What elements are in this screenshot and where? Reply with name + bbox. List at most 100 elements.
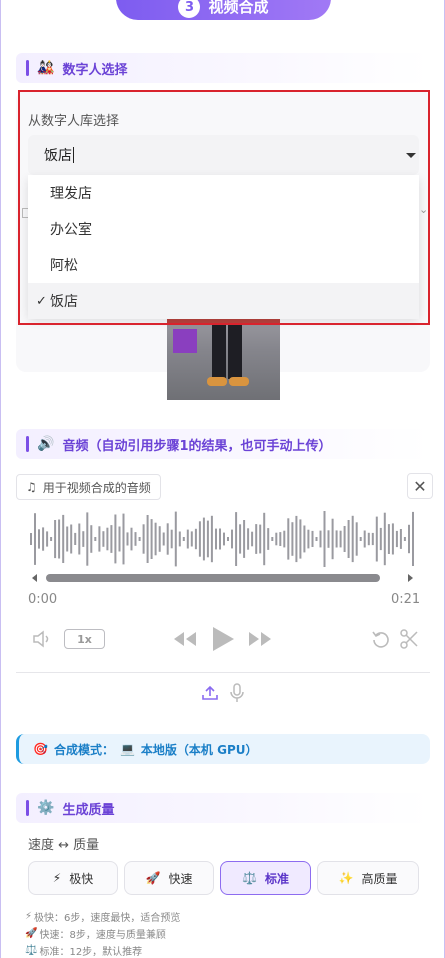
fast-forward-icon[interactable] (248, 630, 272, 648)
waveform-bar (38, 529, 40, 549)
waveform-bar (283, 530, 286, 548)
waveform-bar (34, 513, 36, 565)
quality-note: ⚖️ 标准：12步，默认推荐 (25, 945, 143, 958)
waveform-bar (412, 511, 414, 566)
waveform-bar (351, 515, 354, 563)
waveform-bar (267, 528, 270, 550)
waveform-bar (275, 532, 278, 546)
waveform-bar (239, 524, 242, 554)
waveform-bar (295, 515, 298, 563)
waveform-bar (287, 518, 290, 560)
waveform-bar (327, 530, 330, 548)
waveform-bar (355, 522, 358, 556)
balance-scale-icon: ⚖️ (25, 945, 38, 956)
waveform-bar (255, 524, 258, 554)
quality-option-high[interactable]: ✨ 高质量 (317, 861, 419, 895)
waveform-bar (50, 537, 53, 541)
waveform-bar (58, 519, 61, 559)
waveform-bar (279, 532, 282, 546)
waveform-bar (86, 512, 89, 566)
waveform-bar (42, 527, 45, 551)
waveform-bar (146, 515, 149, 563)
step-number: 3 (178, 0, 201, 18)
waveform-bar (126, 532, 129, 546)
waveform-bar (311, 530, 314, 547)
waveform-bar (70, 524, 73, 554)
waveform-bar (98, 526, 101, 552)
waveform-bar (142, 524, 145, 554)
balance-scale-icon: ⚖️ (242, 871, 257, 885)
waveform-bar (335, 530, 338, 548)
waveform-bar (387, 524, 390, 554)
speed-quality-label: 速度 ↔ 质量 (28, 838, 100, 853)
waveform-bar (299, 519, 302, 559)
waveform-bar (202, 517, 205, 561)
waveform-bar (263, 512, 266, 566)
waveform-bar (174, 511, 177, 567)
lightning-icon: ⚡ (52, 871, 62, 885)
waveform-scrollbar[interactable] (46, 574, 380, 582)
quality-option-standard[interactable]: ⚖️ 标准 (220, 861, 311, 895)
waveform-bar (367, 532, 370, 546)
waveform-bar (102, 531, 105, 547)
play-icon[interactable] (210, 625, 236, 653)
avatar-section-header: 🎎 数字人选择 (16, 53, 430, 83)
waveform-bar (379, 527, 382, 551)
accent-bar (26, 436, 29, 452)
waveform-bar (235, 512, 238, 566)
waveform-bar (54, 520, 57, 559)
waveform-bar (110, 525, 113, 553)
rewind-icon[interactable] (173, 630, 197, 648)
audio-tag-label: 用于视频合成的音频 (42, 480, 151, 495)
scroll-left-icon[interactable] (32, 574, 37, 582)
quality-option-fast[interactable]: 🚀 快速 (124, 861, 214, 895)
laptop-icon: 💻 (119, 742, 135, 756)
waveform-bar (122, 513, 125, 565)
waveform-bar (82, 531, 85, 547)
quality-option-fastest[interactable]: ⚡ 极快 (28, 861, 118, 895)
waveform-bar (359, 537, 362, 541)
audio-section-title: 音频（自动引用步骤1的结果，也可手动上传） (62, 438, 332, 454)
step-banner: 3 视频合成 (116, 0, 331, 20)
avatar-preview-image (167, 317, 280, 400)
waveform-bar (315, 537, 318, 541)
audio-label-tag: ♫ 用于视频合成的音频 (16, 474, 161, 500)
synthesis-mode-banner: 🎯 合成模式： 💻 本地版（本机 GPU） (16, 734, 430, 764)
waveform-bar (319, 530, 322, 548)
waveform-bar (210, 515, 213, 563)
waveform-bar (206, 520, 209, 558)
waveform-bar (403, 537, 406, 541)
microphone-icon[interactable] (229, 683, 245, 703)
waveform-bar (215, 528, 217, 550)
mode-value: 本地版（本机 GPU） (140, 742, 258, 757)
waveform-bar (154, 522, 157, 556)
scroll-right-icon[interactable] (408, 574, 413, 582)
rocket-icon: 🚀 (25, 928, 38, 939)
waveform-bar (62, 514, 65, 563)
waveform-bar (307, 529, 310, 549)
waveform-bar (247, 528, 250, 550)
waveform-bar (138, 537, 141, 541)
waveform-bar (219, 528, 221, 550)
upload-icon[interactable] (201, 684, 219, 702)
music-note-icon: ♫ (26, 480, 37, 494)
avatar-section-title: 数字人选择 (62, 62, 128, 78)
close-audio-button[interactable]: ✕ (407, 473, 433, 499)
speaker-icon: 🔊 (37, 436, 55, 452)
waveform-bar (190, 531, 193, 547)
waveform-bar (162, 532, 165, 546)
volume-icon[interactable] (32, 629, 54, 649)
waveform-bar (166, 523, 169, 555)
quality-note: ⚡ 极快：6步，速度最快，适合预览 (25, 911, 181, 924)
waveform-bar (150, 519, 153, 559)
waveform-bar (178, 531, 181, 547)
audio-section-header: 🔊 音频（自动引用步骤1的结果，也可手动上传） (16, 429, 430, 459)
playback-speed-button[interactable]: 1x (64, 629, 105, 649)
waveform-bar (408, 524, 410, 554)
audio-waveform[interactable] (28, 510, 418, 568)
scissors-icon[interactable] (399, 628, 419, 650)
waveform-bar (383, 512, 386, 566)
reset-icon[interactable] (371, 629, 391, 649)
waveform-bar (46, 531, 49, 547)
waveform-bar (347, 520, 350, 558)
